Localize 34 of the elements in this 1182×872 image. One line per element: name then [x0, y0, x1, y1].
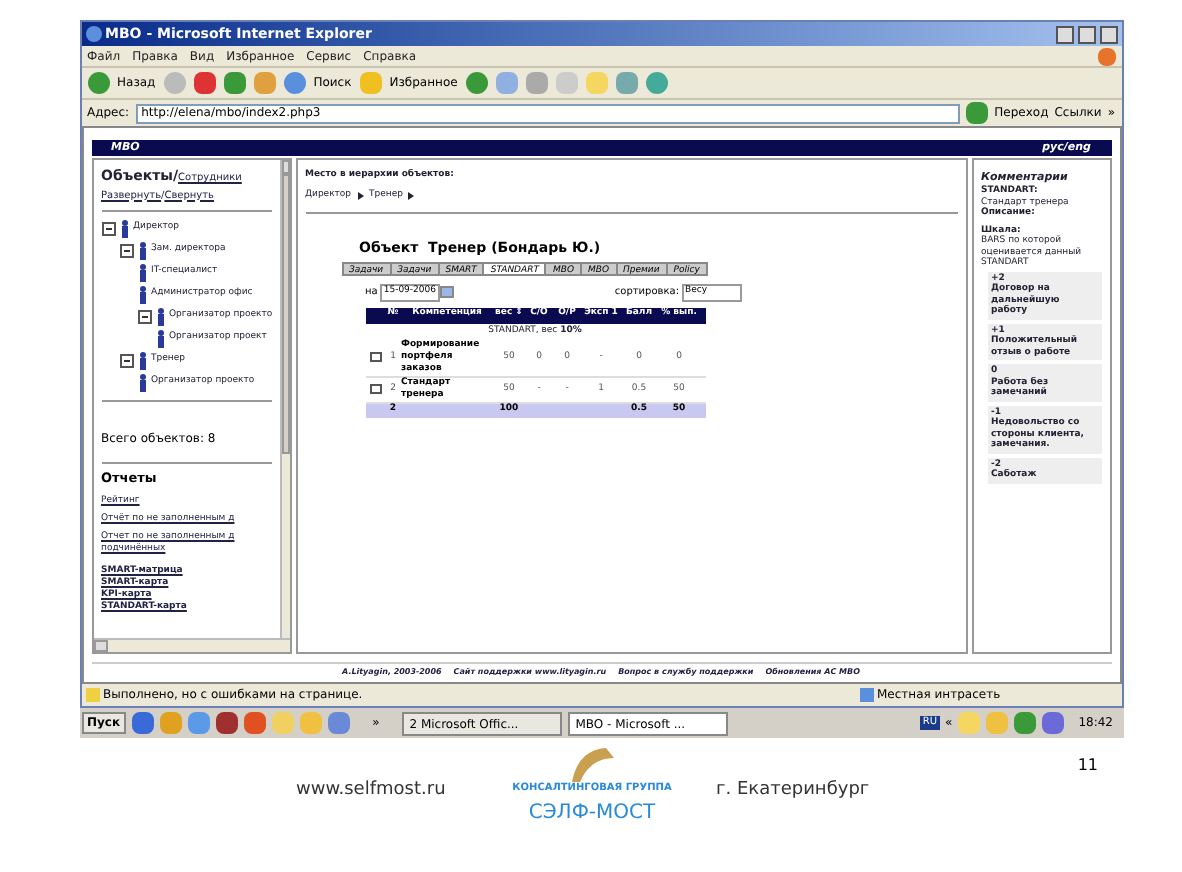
- person-icon: [137, 242, 147, 260]
- slide-number: 11: [1077, 754, 1098, 778]
- calendar-button[interactable]: [440, 286, 454, 299]
- site-url: www.selfmost.ru: [296, 778, 448, 804]
- quick-launch-icon[interactable]: [328, 712, 351, 734]
- tree-toggle[interactable]: [119, 354, 133, 368]
- quick-launch-icon[interactable]: [216, 712, 239, 734]
- tray-icon[interactable]: [1014, 712, 1037, 734]
- breadcrumb-arrow-icon: [357, 192, 364, 201]
- expand-row-icon[interactable]: [369, 352, 381, 363]
- person-icon: [137, 374, 147, 392]
- quick-launch-icon[interactable]: [244, 712, 267, 734]
- close-button[interactable]: [1099, 25, 1117, 43]
- tree-toggle[interactable]: [119, 244, 133, 258]
- bridge-logo-icon: [566, 746, 618, 782]
- quick-launch-icon[interactable]: [188, 712, 211, 734]
- person-icon: [137, 264, 147, 282]
- tree-toggle[interactable]: [137, 310, 151, 324]
- tree-toggle[interactable]: [101, 222, 115, 236]
- person-icon: [137, 352, 147, 370]
- vertical-scrollbar[interactable]: [280, 160, 289, 638]
- horizontal-scrollbar[interactable]: [93, 638, 289, 652]
- expand-row-icon[interactable]: [369, 384, 381, 395]
- person-icon: [119, 220, 129, 238]
- breadcrumb-arrow-icon: [408, 192, 415, 201]
- logo-name: СЭЛФ-МОСТ: [528, 799, 656, 827]
- city: г. Екатеринбург: [716, 778, 870, 804]
- maximize-button[interactable]: [1077, 25, 1095, 43]
- quick-launch-icon[interactable]: [132, 712, 155, 734]
- tray-icon[interactable]: [1042, 712, 1065, 734]
- minimize-button[interactable]: [1055, 25, 1073, 43]
- person-icon: [155, 308, 165, 326]
- person-icon: [137, 286, 147, 304]
- person-icon: [155, 330, 165, 348]
